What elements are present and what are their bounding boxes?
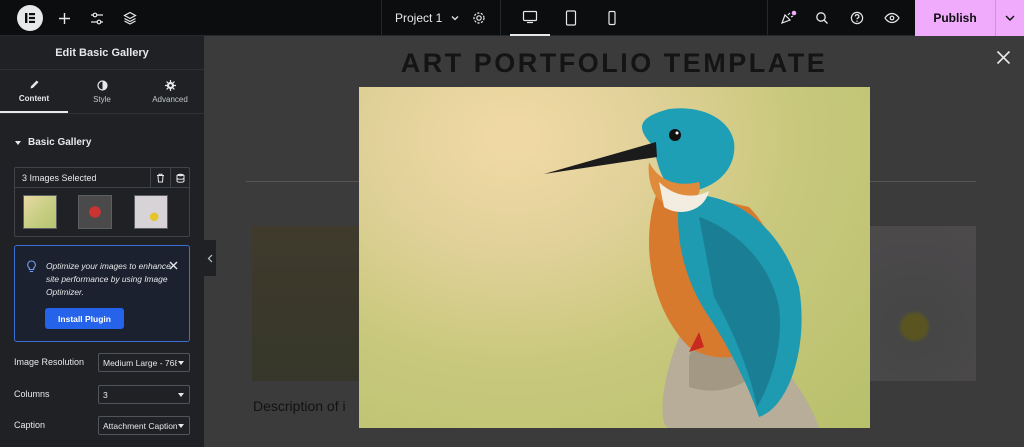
pencil-icon <box>30 80 38 88</box>
kingfisher-thumbnail[interactable] <box>23 195 57 229</box>
tablet-view-button[interactable] <box>551 0 591 36</box>
gear-icon[interactable] <box>465 0 493 36</box>
whats-new-icon[interactable] <box>774 0 802 36</box>
layers-icon[interactable] <box>116 0 144 36</box>
panel-collapse-button[interactable] <box>204 240 216 276</box>
tablet-icon <box>565 10 577 26</box>
kingfisher-illustration <box>544 108 819 428</box>
tab-content-label: Content <box>18 93 50 103</box>
preview-canvas: ART PORTFOLIO TEMPLATE Description of i <box>204 36 1024 447</box>
columns-label: Columns <box>14 389 50 399</box>
chevron-down-icon <box>1005 15 1015 21</box>
section-title: Basic Gallery <box>28 137 92 148</box>
desktop-view-button[interactable] <box>510 0 550 36</box>
trash-icon <box>157 173 164 183</box>
tab-style[interactable]: Style <box>68 70 136 113</box>
page-heading: ART PORTFOLIO TEMPLATE <box>400 48 828 78</box>
plus-icon[interactable] <box>50 0 78 36</box>
columns-select[interactable]: 3 <box>98 385 190 404</box>
lightbox-image[interactable] <box>359 87 870 428</box>
caret-down-icon <box>15 140 21 145</box>
half-circle-icon <box>96 79 108 91</box>
tab-style-label: Style <box>93 94 111 104</box>
caption-label: Caption <box>14 420 46 430</box>
sliders-icon[interactable] <box>83 0 111 36</box>
divider <box>381 0 382 36</box>
close-icon <box>996 50 1010 64</box>
help-icon[interactable] <box>843 0 871 36</box>
search-icon[interactable] <box>808 0 836 36</box>
elementor-logo-icon[interactable] <box>17 5 43 31</box>
images-selected-label: 3 Images Selected <box>22 172 97 183</box>
database-button[interactable] <box>170 168 190 188</box>
image-resolution-label: Image Resolution <box>14 357 85 367</box>
columns-value: 3 <box>103 389 108 400</box>
install-plugin-button[interactable]: Install Plugin <box>45 308 124 329</box>
mobile-view-button[interactable] <box>592 0 632 36</box>
chevron-down-icon <box>451 16 459 21</box>
image-resolution-value: Medium Large - 768 x 0 <box>103 357 177 368</box>
image-description: Description of i <box>253 398 346 414</box>
cardinal-thumbnail[interactable] <box>78 195 112 229</box>
desktop-icon <box>522 10 538 24</box>
tab-content[interactable]: Content <box>0 70 68 113</box>
caret-down-icon <box>178 424 184 428</box>
project-selector[interactable]: Project 1 <box>395 0 460 36</box>
caption-select[interactable]: Attachment Caption <box>98 416 190 435</box>
section-toggle-basic-gallery[interactable]: Basic Gallery <box>14 137 91 148</box>
tab-advanced[interactable]: Advanced <box>136 70 204 113</box>
panel-tabs: Content Style Advanced <box>0 70 204 114</box>
project-label: Project 1 <box>395 11 443 25</box>
divider <box>767 0 768 36</box>
tab-advanced-label: Advanced <box>152 94 188 104</box>
close-icon <box>169 261 177 269</box>
caption-value: Attachment Caption <box>103 420 177 431</box>
notice-text: Optimize your images to enhance site per… <box>46 261 171 297</box>
editor-panel: Edit Basic Gallery Content Style Advance… <box>0 36 204 447</box>
gallery-image-yellow-bird[interactable] <box>864 226 976 381</box>
publish-options-button[interactable] <box>995 0 1024 36</box>
caret-down-icon <box>178 361 184 365</box>
caret-down-icon <box>178 393 184 397</box>
top-bar: Project 1 Publish <box>0 0 1024 36</box>
gallery-control[interactable]: 3 Images Selected <box>14 167 190 237</box>
publish-button[interactable]: Publish <box>915 0 995 36</box>
lightbulb-icon <box>27 260 36 273</box>
delete-images-button[interactable] <box>150 168 170 188</box>
yellow-bird-thumbnail[interactable] <box>134 195 168 229</box>
panel-title: Edit Basic Gallery <box>0 36 204 70</box>
image-optimizer-notice: Optimize your images to enhance site per… <box>14 245 190 342</box>
notice-close-button[interactable] <box>166 258 180 272</box>
chevron-left-icon <box>207 254 213 262</box>
divider <box>500 0 501 36</box>
image-resolution-select[interactable]: Medium Large - 768 x 0 <box>98 353 190 372</box>
eye-icon[interactable] <box>878 0 906 36</box>
lightbox-close-button[interactable] <box>994 48 1012 66</box>
gear-icon <box>164 79 176 91</box>
database-icon <box>176 173 185 183</box>
mobile-icon <box>608 10 616 26</box>
